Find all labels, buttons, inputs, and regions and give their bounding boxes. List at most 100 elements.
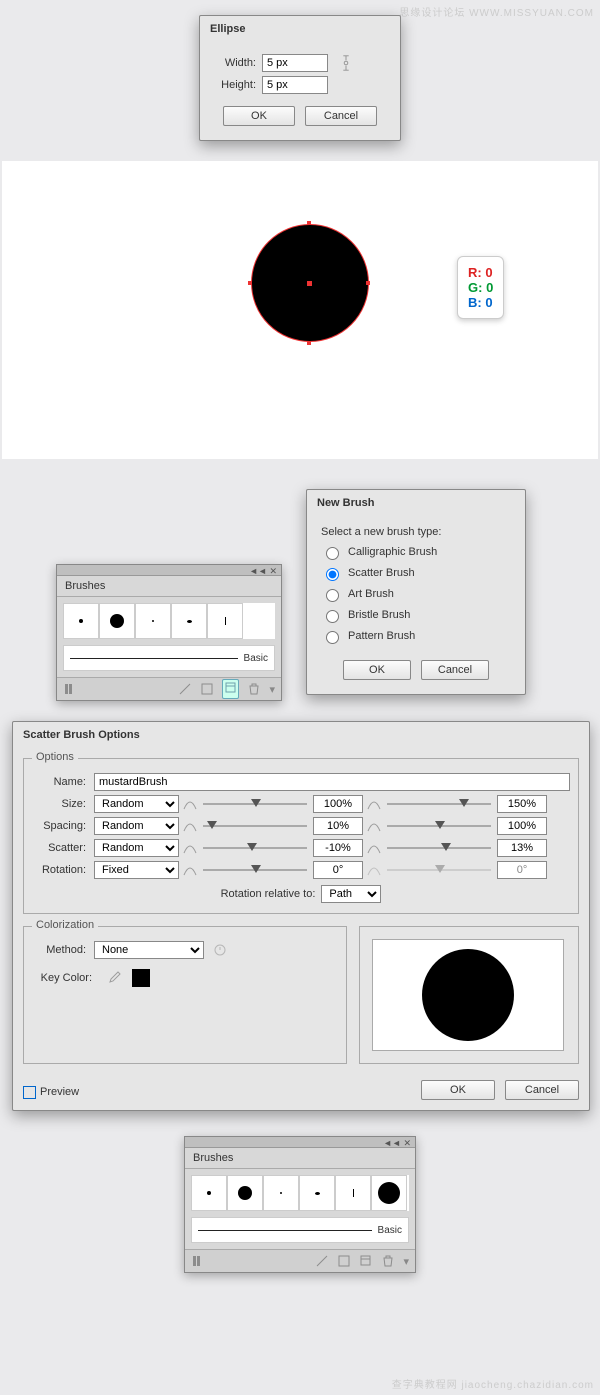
brush-swatch[interactable] xyxy=(263,1175,299,1211)
ok-button[interactable]: OK xyxy=(343,660,411,680)
brush-preview xyxy=(372,939,564,1051)
size-value-1[interactable] xyxy=(313,795,363,813)
width-input[interactable] xyxy=(262,54,328,72)
panel-collapse-icon[interactable]: ◄◄ ✕ xyxy=(249,566,277,577)
curve-icon xyxy=(367,841,381,855)
scatter-title: Scatter Brush Options xyxy=(13,722,589,748)
radio-pattern[interactable] xyxy=(326,631,339,644)
handle-bottom[interactable] xyxy=(307,341,311,345)
scatter-slider-2[interactable] xyxy=(387,842,491,854)
radio-scatter[interactable] xyxy=(326,568,339,581)
new-brush-icon[interactable] xyxy=(222,679,239,699)
new-brush-icon[interactable] xyxy=(359,1254,373,1268)
key-color-swatch[interactable] xyxy=(132,969,150,987)
basic-stroke[interactable]: Basic xyxy=(191,1217,409,1243)
spacing-mode[interactable]: Random xyxy=(94,817,179,835)
library-icon[interactable] xyxy=(63,682,77,696)
scatter-options-dialog: Scatter Brush Options Options Name: Size… xyxy=(12,721,590,1111)
brush-swatch[interactable] xyxy=(99,603,135,639)
rotation-value-1[interactable] xyxy=(313,861,363,879)
watermark-bottom: 查字典教程网 jiaocheng.chazidian.com xyxy=(392,1376,594,1391)
new-brush-prompt: Select a new brush type: xyxy=(321,526,511,538)
ok-button[interactable]: OK xyxy=(421,1080,495,1100)
scatter-mode[interactable]: Random xyxy=(94,839,179,857)
options-icon[interactable] xyxy=(337,1254,351,1268)
new-brush-dialog: New Brush Select a new brush type: Calli… xyxy=(306,489,526,695)
panel-collapse-icon[interactable]: ◄◄ ✕ xyxy=(383,1138,411,1149)
size-value-2[interactable] xyxy=(497,795,547,813)
ok-button[interactable]: OK xyxy=(223,106,295,126)
options-icon[interactable] xyxy=(200,682,214,696)
basic-stroke[interactable]: Basic xyxy=(63,645,275,671)
curve-icon xyxy=(183,819,197,833)
size-slider-2[interactable] xyxy=(387,798,491,810)
rotation-relative-select[interactable]: Path xyxy=(321,885,381,903)
size-mode[interactable]: Random xyxy=(94,795,179,813)
handle-center[interactable] xyxy=(307,281,312,286)
artboard[interactable]: R: 0 G: 0 B: 0 xyxy=(2,161,598,459)
watermark-top: 思缘设计论坛 WWW.MISSYUAN.COM xyxy=(399,4,594,19)
brush-swatch[interactable] xyxy=(227,1175,263,1211)
curve-icon xyxy=(183,863,197,877)
name-input[interactable] xyxy=(94,773,570,791)
rotation-mode[interactable]: Fixed xyxy=(94,861,179,879)
radio-bristle[interactable] xyxy=(326,610,339,623)
method-select[interactable]: None xyxy=(94,941,204,959)
cancel-button[interactable]: Cancel xyxy=(421,660,489,680)
cancel-button[interactable]: Cancel xyxy=(505,1080,579,1100)
size-slider-1[interactable] xyxy=(203,798,307,810)
brush-swatch[interactable] xyxy=(135,603,171,639)
eyedropper-icon[interactable] xyxy=(106,970,122,986)
link-icon[interactable] xyxy=(338,54,354,72)
panel-grip[interactable]: ◄◄ ✕ xyxy=(57,565,281,576)
width-label: Width: xyxy=(212,57,256,69)
brush-swatches xyxy=(191,1175,409,1211)
panel-grip[interactable]: ◄◄ ✕ xyxy=(185,1137,415,1148)
trash-icon[interactable] xyxy=(247,682,261,696)
handle-top[interactable] xyxy=(307,221,311,225)
rotation-relative-label: Rotation relative to: xyxy=(221,888,316,900)
spacing-value-1[interactable] xyxy=(313,817,363,835)
tip-icon[interactable] xyxy=(214,944,226,956)
trash-icon[interactable] xyxy=(381,1254,395,1268)
library-icon[interactable] xyxy=(191,1254,205,1268)
spacing-slider-1[interactable] xyxy=(203,820,307,832)
brushes-tab[interactable]: Brushes xyxy=(185,1148,415,1169)
brushes-tab[interactable]: Brushes xyxy=(57,576,281,597)
rotation-slider-1[interactable] xyxy=(203,864,307,876)
brushes-panel: ◄◄ ✕ Brushes Basic ▾ xyxy=(56,564,282,701)
handle-left[interactable] xyxy=(248,281,252,285)
preview-fieldset xyxy=(359,926,579,1064)
curve-icon xyxy=(367,863,381,877)
name-label: Name: xyxy=(32,776,86,788)
brush-swatch[interactable] xyxy=(299,1175,335,1211)
remove-stroke-icon[interactable] xyxy=(315,1254,329,1268)
radio-art[interactable] xyxy=(326,589,339,602)
spacing-value-2[interactable] xyxy=(497,817,547,835)
brushes-panel-after: ◄◄ ✕ Brushes Basic ▾ xyxy=(184,1136,416,1273)
brush-swatch[interactable] xyxy=(63,603,99,639)
scatter-value-2[interactable] xyxy=(497,839,547,857)
brush-swatch[interactable] xyxy=(191,1175,227,1211)
cancel-button[interactable]: Cancel xyxy=(305,106,377,126)
brush-swatch[interactable] xyxy=(335,1175,371,1211)
brush-swatch-mustard[interactable] xyxy=(371,1175,407,1211)
scatter-slider-1[interactable] xyxy=(203,842,307,854)
brush-swatch[interactable] xyxy=(207,603,243,639)
preview-checkbox[interactable]: Preview xyxy=(23,1086,79,1099)
rgb-readout: R: 0 G: 0 B: 0 xyxy=(457,256,504,319)
options-fieldset: Options Name: Size: Random Spacing: Rand… xyxy=(23,758,579,914)
height-input[interactable] xyxy=(262,76,328,94)
colorization-fieldset: Colorization Method: None Key Color: xyxy=(23,926,347,1064)
rotation-slider-2 xyxy=(387,864,491,876)
handle-right[interactable] xyxy=(366,281,370,285)
brush-swatch[interactable] xyxy=(171,603,207,639)
radio-calligraphic[interactable] xyxy=(326,547,339,560)
brush-swatches xyxy=(63,603,275,639)
scatter-value-1[interactable] xyxy=(313,839,363,857)
ellipse-title: Ellipse xyxy=(200,16,400,42)
curve-icon xyxy=(367,819,381,833)
remove-stroke-icon[interactable] xyxy=(178,682,192,696)
spacing-slider-2[interactable] xyxy=(387,820,491,832)
curve-icon xyxy=(183,797,197,811)
